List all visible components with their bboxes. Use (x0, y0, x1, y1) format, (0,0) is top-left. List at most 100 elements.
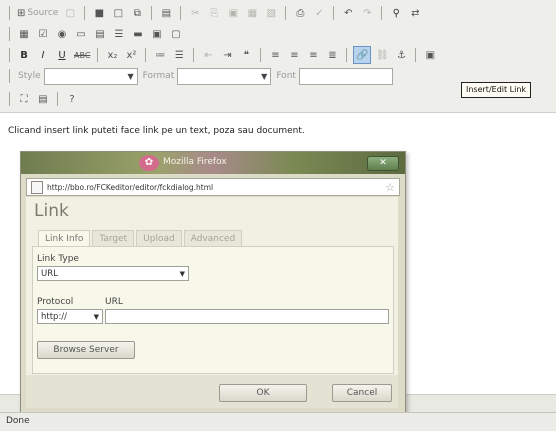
image-button-icon[interactable]: ▣ (149, 26, 165, 42)
toolbar-separator (9, 6, 10, 20)
window-titlebar[interactable]: ✿ Mozilla Firefox ✕ (21, 152, 405, 174)
bookmark-star-icon[interactable]: ☆ (385, 181, 395, 194)
new-page-icon[interactable]: ▢ (62, 5, 78, 21)
address-url: http://bbo.ro/FCKeditor/editor/fckdialog… (47, 182, 214, 192)
cut-icon[interactable]: ✂ (187, 5, 203, 21)
show-blocks-icon[interactable]: ▤ (35, 91, 51, 107)
toolbar-separator (346, 48, 348, 62)
save-icon[interactable]: ■ (91, 5, 107, 21)
checkbox-icon[interactable]: ☑ (35, 26, 51, 42)
maximize-icon[interactable]: ⛶ (16, 91, 32, 107)
unlink-icon[interactable]: ⛓ (374, 47, 390, 63)
copy-icon[interactable]: ⎘ (206, 5, 222, 21)
toolbar-separator (151, 6, 153, 20)
insert-link-icon[interactable]: 🔗 (353, 46, 372, 64)
link-dialog-window: ✿ Mozilla Firefox ✕ http://bbo.ro/FCKedi… (20, 151, 406, 413)
protocol-label: Protocol (37, 297, 74, 307)
toolbar-row-4: Style ▼ Format ▼ Font (6, 66, 393, 86)
subscript-icon[interactable]: x₂ (104, 47, 120, 63)
toolbar-separator (9, 69, 10, 83)
form-icon[interactable]: ▦ (16, 26, 32, 42)
toolbar-separator (193, 48, 195, 62)
browse-server-button[interactable]: Browse Server (37, 341, 135, 359)
outdent-icon[interactable]: ⇤ (200, 47, 216, 63)
bulleted-list-icon[interactable]: ☰ (171, 47, 187, 63)
new-document-icon[interactable]: □ (110, 5, 126, 21)
link-type-select[interactable]: URL ▼ (37, 266, 189, 281)
italic-button[interactable]: I (35, 47, 51, 63)
anchor-icon[interactable]: ⚓ (393, 47, 409, 63)
radio-icon[interactable]: ◉ (54, 26, 70, 42)
protocol-value: http:// (41, 311, 68, 322)
address-bar[interactable]: http://bbo.ro/FCKeditor/editor/fckdialog… (26, 178, 400, 196)
image-icon[interactable]: ▣ (422, 47, 438, 63)
toolbar-separator (97, 48, 99, 62)
link-info-panel: Link Type URL ▼ Protocol URL http:// ▼ B… (32, 246, 394, 374)
paste-icon[interactable]: ▣ (225, 5, 241, 21)
page-icon (31, 180, 43, 194)
link-type-value: URL (41, 268, 58, 279)
toolbar-separator (285, 6, 287, 20)
toolbar-separator (145, 48, 147, 62)
instruction-text: Clicand insert link puteti face link pe … (8, 126, 305, 136)
window-close-button[interactable]: ✕ (367, 156, 399, 171)
align-left-icon[interactable]: ≡ (267, 47, 283, 63)
firefox-logo-icon: ✿ (139, 155, 159, 171)
insert-link-tooltip: Insert/Edit Link (461, 82, 532, 98)
superscript-icon[interactable]: x² (123, 47, 139, 63)
chevron-down-icon: ▼ (261, 71, 268, 81)
toolbar-separator (180, 6, 182, 20)
dialog-title: Link (34, 201, 69, 221)
font-combo[interactable] (298, 67, 393, 85)
strikethrough-button[interactable]: ABC (73, 47, 91, 63)
paste-text-icon[interactable]: ▦ (244, 5, 260, 21)
paste-word-icon[interactable]: ▧ (263, 5, 279, 21)
toolbar-separator (9, 27, 10, 41)
toolbar-separator (381, 6, 383, 20)
link-type-label: Link Type (37, 254, 79, 264)
source-label: Source (27, 8, 59, 18)
toolbar-separator (333, 6, 335, 20)
print-icon[interactable]: ⎙ (292, 5, 308, 21)
about-icon[interactable]: ? (64, 91, 80, 107)
justify-icon[interactable]: ≣ (324, 47, 340, 63)
toolbar-row-1: ⊞ Source ▢ ■ □ ⧉ ▤ ✂ ⎘ ▣ ▦ ▧ ⎙ ✓ ↶ ↷ ⚲ ⇄ (6, 3, 423, 23)
source-button[interactable]: ⊞ Source (16, 5, 59, 21)
button-field-icon[interactable]: ▬ (130, 26, 146, 42)
indent-icon[interactable]: ⇥ (219, 47, 235, 63)
select-field-icon[interactable]: ☰ (111, 26, 127, 42)
toolbar-separator (415, 48, 417, 62)
font-label: Font (276, 71, 296, 81)
status-text: Done (6, 416, 30, 426)
toolbar-separator (84, 6, 86, 20)
toolbar-row-5: ⛶ ▤ ? (6, 89, 80, 109)
protocol-select[interactable]: http:// ▼ (37, 309, 103, 324)
find-icon[interactable]: ⚲ (388, 5, 404, 21)
align-center-icon[interactable]: ≡ (286, 47, 302, 63)
bold-button[interactable]: B (16, 47, 32, 63)
ok-button[interactable]: OK (219, 384, 307, 402)
textfield-icon[interactable]: ▭ (73, 26, 89, 42)
redo-icon[interactable]: ↷ (359, 5, 375, 21)
dialog-footer: OK Cancel (26, 375, 398, 408)
undo-icon[interactable]: ↶ (340, 5, 356, 21)
hidden-field-icon[interactable]: ▢ (168, 26, 184, 42)
link-dialog: Link Link Info Target Upload Advanced Li… (26, 197, 398, 408)
spellcheck-icon[interactable]: ✓ (311, 5, 327, 21)
style-label: Style (18, 71, 41, 81)
preview-icon[interactable]: ⧉ (129, 5, 145, 21)
style-combo[interactable]: ▼ (43, 67, 138, 85)
cancel-button[interactable]: Cancel (332, 384, 392, 402)
toolbar-separator (9, 48, 10, 62)
replace-icon[interactable]: ⇄ (407, 5, 423, 21)
status-bar: Done (0, 412, 556, 431)
align-right-icon[interactable]: ≡ (305, 47, 321, 63)
blockquote-icon[interactable]: ❝ (238, 47, 254, 63)
format-combo[interactable]: ▼ (177, 67, 272, 85)
templates-icon[interactable]: ▤ (158, 5, 174, 21)
underline-button[interactable]: U (54, 47, 70, 63)
textarea-icon[interactable]: ▤ (92, 26, 108, 42)
numbered-list-icon[interactable]: ≔ (152, 47, 168, 63)
url-label: URL (105, 297, 123, 307)
url-input[interactable] (105, 309, 389, 324)
